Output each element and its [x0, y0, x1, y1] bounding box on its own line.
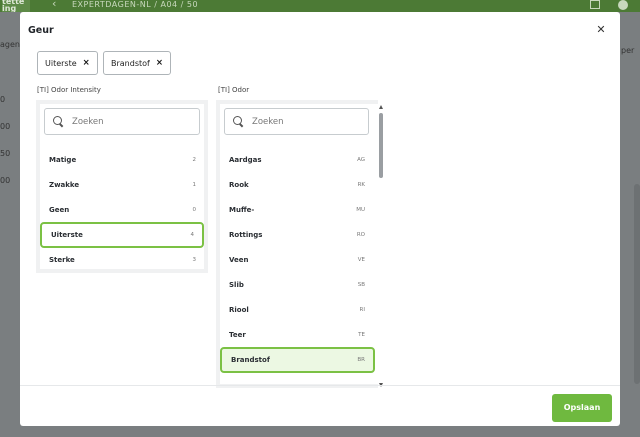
option-code: 1 [192, 182, 197, 188]
intensity-option-matige[interactable]: Matige 2 [40, 148, 204, 172]
odor-list: Zoeken Aardgas AG Rook RK Muffe- MU Rott… [220, 104, 378, 384]
geur-modal: Geur ✕ Uiterste × Brandstof × [TI] Odor … [20, 12, 620, 426]
background-left-value: 00 [0, 122, 11, 131]
odor-option-brandstof[interactable]: Brandstof BR [220, 347, 375, 373]
option-label: Aardgas [229, 156, 262, 164]
modal-title: Geur [28, 25, 54, 36]
intensity-list: Zoeken Matige 2 Zwakke 1 Geen 0 Uiterste… [40, 104, 204, 269]
option-label: Rottings [229, 231, 263, 239]
chip-brandstof: Brandstof × [103, 51, 171, 75]
option-label: Slib [229, 281, 244, 289]
intensity-option-geen[interactable]: Geen 0 [40, 198, 204, 222]
option-label: Muffe- [229, 206, 255, 214]
chip-uiterste: Uiterste × [37, 51, 98, 75]
footer-divider [20, 385, 620, 386]
search-icon [233, 116, 244, 127]
odor-option-veen[interactable]: Veen VE [220, 248, 373, 272]
intensity-search-input[interactable]: Zoeken [44, 108, 200, 135]
background-left-value: 50 [0, 149, 11, 158]
option-label: Sterke [49, 256, 75, 264]
odor-scrollbar[interactable] [378, 105, 386, 388]
option-label: Matige [49, 156, 77, 164]
option-code: 0 [192, 207, 197, 213]
intensity-option-sterke[interactable]: Sterke 3 [40, 248, 204, 269]
option-label: Brandstof [231, 356, 270, 364]
odor-option-rottings[interactable]: Rottings RO [220, 223, 373, 247]
search-placeholder: Zoeken [72, 116, 104, 127]
background-left-value: 0 [0, 95, 6, 104]
option-code: RI [359, 307, 365, 313]
intensity-option-zwakke[interactable]: Zwakke 1 [40, 173, 204, 197]
option-code: MU [356, 207, 365, 213]
intensity-option-uiterste[interactable]: Uiterste 4 [40, 222, 204, 248]
chip-label: Brandstof [111, 58, 150, 68]
option-label: Geen [49, 206, 70, 214]
gift-icon [590, 0, 600, 9]
background-left-value: 00 [0, 176, 11, 185]
odor-option-rook[interactable]: Rook RK [220, 173, 373, 197]
option-label: Riool [229, 306, 249, 314]
option-code: TE [358, 332, 365, 338]
option-label: Zwakke [49, 181, 80, 189]
background-bottom [20, 426, 620, 437]
breadcrumb: EXPERTDAGEN-NL / A04 / 50 [72, 0, 199, 9]
odor-option-slib[interactable]: Slib SB [220, 273, 373, 297]
odor-option-aardgas[interactable]: Aardgas AG [220, 148, 373, 172]
search-icon [53, 116, 64, 127]
background-left-column [0, 12, 20, 437]
odor-option-muffe[interactable]: Muffe- MU [220, 198, 373, 222]
intensity-panel: Zoeken Matige 2 Zwakke 1 Geen 0 Uiterste… [36, 100, 208, 273]
option-code: VE [357, 257, 365, 263]
option-code: RO [356, 232, 365, 238]
option-code: 4 [190, 232, 195, 238]
scroll-up-icon[interactable] [379, 105, 383, 109]
option-code: 3 [192, 257, 197, 263]
odor-search-input[interactable]: Zoeken [224, 108, 369, 135]
chip-label: Uiterste [45, 58, 77, 68]
close-icon[interactable]: ✕ [594, 23, 608, 37]
odor-panel: Zoeken Aardgas AG Rook RK Muffe- MU Rott… [216, 100, 378, 388]
app-logo: tette ing [2, 0, 30, 12]
back-arrow-icon: ‹ [52, 0, 57, 10]
search-placeholder: Zoeken [252, 116, 284, 127]
option-code: BR [357, 357, 365, 363]
option-code: AG [357, 157, 365, 163]
option-code: SB [357, 282, 365, 288]
user-avatar-icon [618, 0, 628, 10]
save-button[interactable]: Opslaan [552, 394, 612, 422]
odor-option-riool[interactable]: Riool RI [220, 298, 373, 322]
background-scrollbar [634, 184, 640, 384]
chip-remove-icon[interactable]: × [83, 58, 90, 68]
scroll-thumb[interactable] [379, 113, 383, 178]
odor-option-teer[interactable]: Teer TE [220, 323, 373, 347]
option-code: RK [357, 182, 365, 188]
background-left-label: agen [0, 40, 20, 49]
option-label: Teer [229, 331, 246, 339]
background-right-label: per [621, 46, 635, 55]
option-label: Veen [229, 256, 249, 264]
option-code: 2 [192, 157, 197, 163]
odor-column-label: [TI] Odor [218, 86, 250, 94]
option-label: Uiterste [51, 231, 83, 239]
intensity-column-label: [TI] Odor Intensity [37, 86, 101, 94]
option-label: Rook [229, 181, 249, 189]
chip-remove-icon[interactable]: × [156, 58, 163, 68]
